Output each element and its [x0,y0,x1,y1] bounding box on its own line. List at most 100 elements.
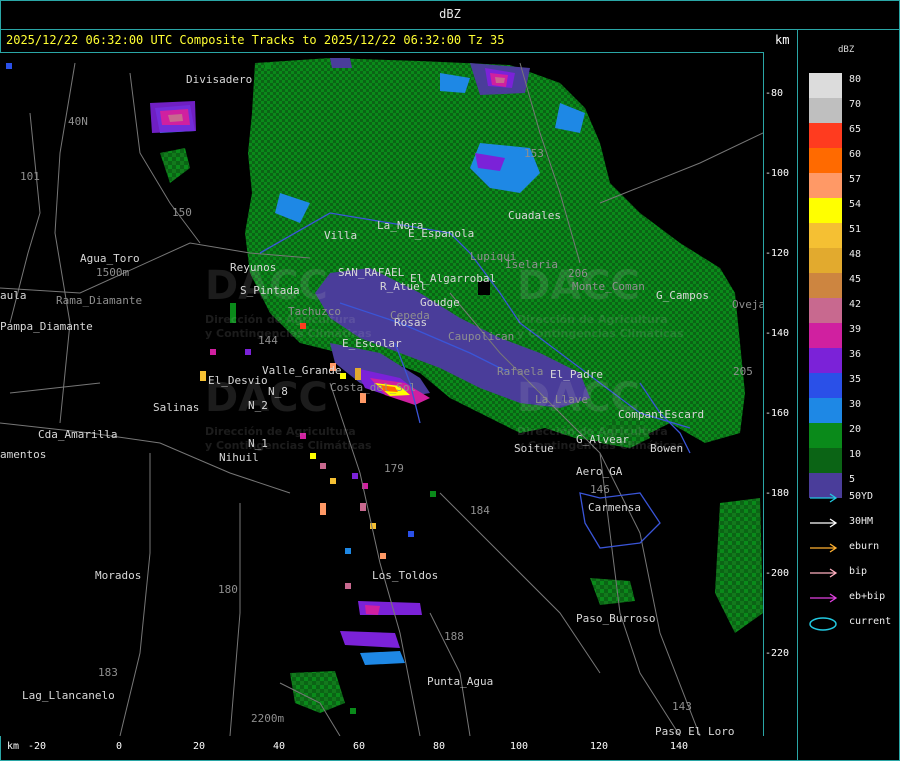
place-label: CompantEscard [618,408,705,421]
colorbar-swatch [809,98,842,123]
track-arrow-icon [810,568,838,578]
radar-map-canvas[interactable] [0,53,763,736]
colorbar-swatch [809,398,842,423]
colorbar-swatch [809,223,842,248]
place-label: El_Desvio [208,374,268,387]
place-label: Salinas [153,401,200,414]
place-label: Monte_Coman [572,280,645,293]
colorbar-level-label: 42 [849,299,862,310]
track-legend-item: 30HM [808,513,898,533]
place-label: Cda_Amarilla [38,428,118,441]
colorbar-swatch [809,73,842,98]
x-tick-label: 100 [510,741,529,752]
place-label: aula [0,289,27,302]
track-legend-item: current [808,613,898,633]
window-title: dBZ [0,0,900,30]
colorbar-swatch [809,148,842,173]
place-label: Carmensa [588,501,641,514]
place-label: Agua_Toro [80,252,140,265]
track-legend-label: 30HM [849,516,874,527]
x-tick-label: 80 [433,741,446,752]
place-label: Valle_Grande [262,364,342,377]
colorbar-swatch [809,448,842,473]
place-label: 179 [384,462,404,475]
colorbar-swatch [809,198,842,223]
place-label: Caupolican [448,330,515,343]
colorbar-level-label: 5 [849,474,856,485]
x-tick-label: 40 [273,741,286,752]
place-label: Tachuzco [288,305,341,318]
place-label: 1500m [96,266,130,279]
colorbar-level-label: 51 [849,224,862,235]
place-label: 143 [672,700,692,713]
colorbar-level-label: 45 [849,274,862,285]
current-ellipse-icon [809,617,837,631]
place-label: Paso_Burroso [576,612,656,625]
place-label: Cepeda [390,309,430,322]
place-label: Ovejas [732,298,763,311]
place-label: 205 [733,365,753,378]
place-label: 144 [258,334,278,347]
x-tick-label: 20 [193,741,206,752]
place-label: 146 [590,483,610,496]
x-tick-label: -20 [28,741,47,752]
y-tick-label: -220 [765,648,790,659]
track-legend-label: eb+bip [849,591,886,602]
place-label: Bowen [650,442,684,455]
x-axis: km -20 0 20 40 60 80 100 120 140 [0,736,797,761]
place-label: Aero_GA [576,465,623,478]
colorbar-swatch [809,348,842,373]
radar-map[interactable]: DACC Dirección de Agricultura y Continge… [0,52,764,736]
track-arrow-icon [810,493,838,503]
watermark-line1-2: Dirección de Agricultura [517,313,668,326]
place-label: 206 [568,267,588,280]
track-legend-label: 50YD [849,491,874,502]
track-legend-item: bip [808,563,898,583]
track-legend-item: eb+bip [808,588,898,608]
place-label: Reyunos [230,261,277,274]
place-label: Lag_Llancanelo [22,689,115,702]
place-label: La_Llave [535,393,588,406]
x-axis-unit-label: km [7,741,20,752]
y-tick-label: -120 [765,248,790,259]
place-label: 184 [470,504,490,517]
place-label: Morados [95,569,142,582]
track-arrow-icon [810,593,838,603]
place-label: G_Campos [656,289,709,302]
colorbar-swatch [809,298,842,323]
y-tick-label: -160 [765,408,790,419]
colorbar-level-label: 57 [849,174,862,185]
watermark-line2-2: y Contingencias Climáticas [517,327,684,340]
colorbar-level-label: 60 [849,149,862,160]
place-label: Los_Toldos [372,569,439,582]
place-label: Soitue [514,442,554,455]
place-label: 101 [20,170,40,183]
y-tick-label: -140 [765,328,790,339]
track-legend-item: 50YD [808,488,898,508]
colorbar-level-label: 39 [849,324,862,335]
track-arrow-icon [810,543,838,553]
colorbar-level-label: 48 [849,249,862,260]
place-label: 153 [524,147,544,160]
legend-panel: dBZ 80 70 65 60 57 54 51 48 45 42 39 36 35 30 20 10 5 50… [797,29,900,761]
place-label: 188 [444,630,464,643]
place-label: SAN_RAFAEL [338,266,405,279]
y-tick-label: -180 [765,488,790,499]
place-label: 180 [218,583,238,596]
track-legend-label: eburn [849,541,880,552]
colorbar-level-label: 30 [849,399,862,410]
place-label: N_2 [248,399,268,412]
place-label: S_Pintada [240,284,300,297]
colorbar-title: dBZ [838,45,855,55]
place-label: Cuadales [508,209,561,222]
colorbar-level-label: 35 [849,374,862,385]
place-label: 183 [98,666,118,679]
track-legend-label: current [849,616,892,627]
place-label: Pampa_Diamante [0,320,93,333]
place-label: Divisadero [186,73,253,86]
colorbar-swatch [809,373,842,398]
x-tick-label: 0 [116,741,123,752]
y-axis-unit-label: km [775,33,790,47]
track-legend-item: eburn [808,538,898,558]
place-label: Punta_Agua [427,675,494,688]
